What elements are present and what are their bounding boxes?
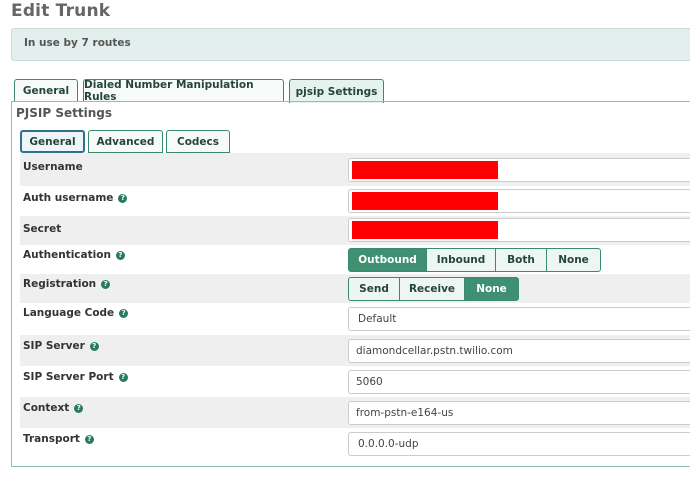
sip-server-port-value: 5060 xyxy=(356,376,383,388)
username-input[interactable] xyxy=(348,158,690,182)
context-label: Context xyxy=(23,402,70,414)
form-row-sip-server-port: SIP Server Port ? 5060 xyxy=(20,366,690,397)
help-icon[interactable]: ? xyxy=(74,403,84,413)
username-label: Username xyxy=(23,161,83,173)
pjsip-settings-panel: PJSIP Settings General Advanced Codecs U… xyxy=(11,101,690,467)
authentication-none-button[interactable]: None xyxy=(546,248,601,272)
redacted-username xyxy=(352,161,498,179)
transport-value: 0.0.0.0-udp xyxy=(358,438,419,450)
sip-server-port-input[interactable]: 5060 xyxy=(348,370,690,394)
transport-select[interactable]: 0.0.0.0-udp xyxy=(348,432,690,456)
authentication-label: Authentication xyxy=(23,249,111,261)
form-row-username: Username xyxy=(20,153,690,186)
sip-server-label: SIP Server xyxy=(23,340,85,352)
form-row-context: Context ? from-pstn-e164-us xyxy=(20,397,690,428)
registration-receive-button[interactable]: Receive xyxy=(399,277,465,301)
subtab-advanced[interactable]: Advanced xyxy=(88,130,163,153)
language-code-select[interactable]: Default xyxy=(348,307,690,331)
settings-form: Username Auth username ? Secret Authenti… xyxy=(20,153,690,460)
redacted-secret xyxy=(352,221,498,239)
panel-heading: PJSIP Settings xyxy=(16,106,112,120)
form-row-language-code: Language Code ? Default xyxy=(20,303,690,335)
form-row-authentication: Authentication ? Outbound Inbound Both N… xyxy=(20,245,690,274)
authentication-toggle-group: Outbound Inbound Both None xyxy=(348,248,601,272)
form-row-sip-server: SIP Server ? diamondcellar.pstn.twilio.c… xyxy=(20,335,690,366)
sip-server-input[interactable]: diamondcellar.pstn.twilio.com xyxy=(348,339,690,363)
form-row-auth-username: Auth username ? xyxy=(20,186,690,216)
tab-general[interactable]: General xyxy=(14,79,78,102)
usage-info-box: In use by 7 routes xyxy=(11,28,690,61)
context-input[interactable]: from-pstn-e164-us xyxy=(348,401,690,425)
redacted-auth-username xyxy=(352,192,498,210)
language-code-value: Default xyxy=(358,313,397,325)
secret-input[interactable] xyxy=(348,218,690,242)
sip-server-value: diamondcellar.pstn.twilio.com xyxy=(356,345,513,357)
registration-label: Registration xyxy=(23,278,97,290)
registration-none-button[interactable]: None xyxy=(464,277,519,301)
form-row-registration: Registration ? Send Receive None xyxy=(20,274,690,303)
authentication-both-button[interactable]: Both xyxy=(495,248,547,272)
page-title: Edit Trunk xyxy=(11,1,111,21)
help-icon[interactable]: ? xyxy=(119,308,129,318)
subtab-general[interactable]: General xyxy=(20,130,85,153)
tab-dialed-number-manipulation-rules[interactable]: Dialed Number Manipulation Rules xyxy=(83,79,284,103)
help-icon[interactable]: ? xyxy=(101,279,111,289)
registration-toggle-group: Send Receive None xyxy=(348,277,519,301)
form-row-secret: Secret xyxy=(20,216,690,245)
language-code-label: Language Code xyxy=(23,307,115,319)
secret-label: Secret xyxy=(23,223,62,235)
help-icon[interactable]: ? xyxy=(118,372,128,382)
form-row-transport: Transport ? 0.0.0.0-udp xyxy=(20,428,690,460)
auth-username-label: Auth username xyxy=(23,192,114,204)
help-icon[interactable]: ? xyxy=(84,434,94,444)
tab-pjsip-settings[interactable]: pjsip Settings xyxy=(289,79,384,103)
subtab-codecs[interactable]: Codecs xyxy=(166,130,230,153)
context-value: from-pstn-e164-us xyxy=(356,407,454,419)
usage-info-text: In use by 7 routes xyxy=(24,37,131,49)
sip-server-port-label: SIP Server Port xyxy=(23,371,114,383)
help-icon[interactable]: ? xyxy=(115,250,125,260)
authentication-outbound-button[interactable]: Outbound xyxy=(348,248,427,272)
registration-send-button[interactable]: Send xyxy=(348,277,400,301)
help-icon[interactable]: ? xyxy=(118,193,128,203)
auth-username-input[interactable] xyxy=(348,189,690,213)
help-icon[interactable]: ? xyxy=(89,341,99,351)
authentication-inbound-button[interactable]: Inbound xyxy=(426,248,496,272)
transport-label: Transport xyxy=(23,433,80,445)
